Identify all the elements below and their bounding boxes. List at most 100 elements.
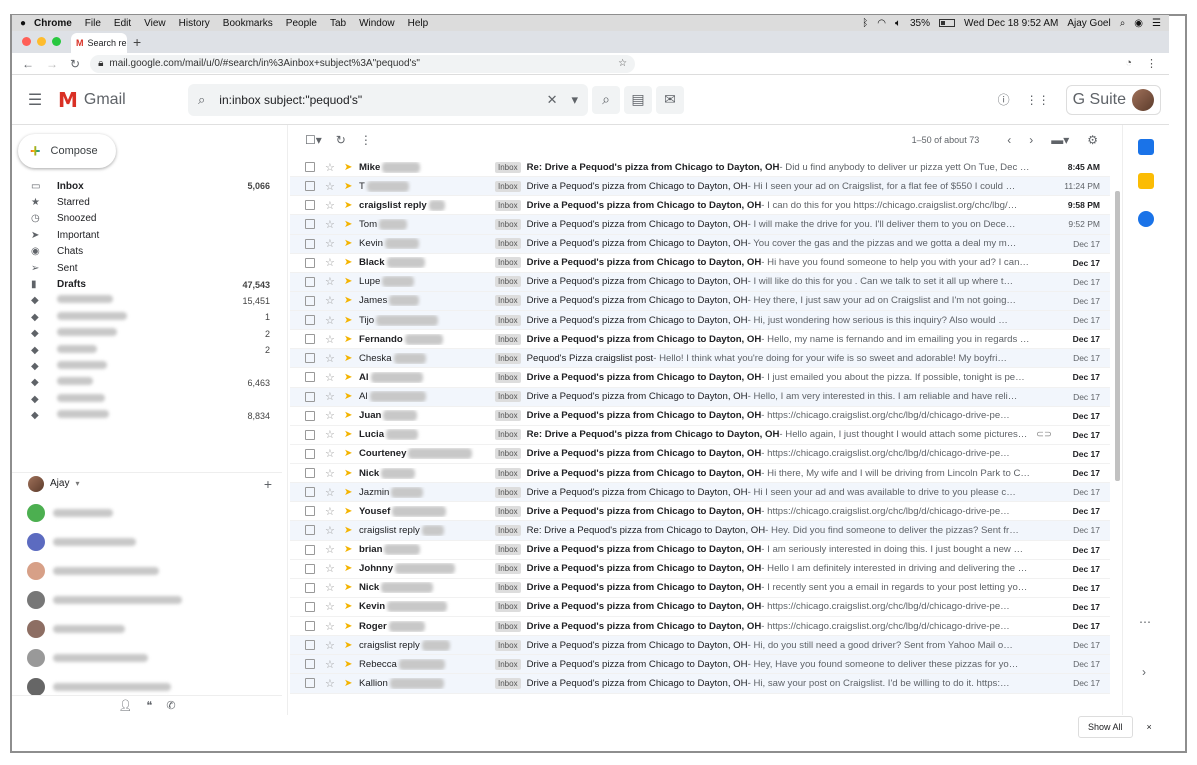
star-icon[interactable]: ☆ bbox=[325, 505, 341, 518]
menu-item-chrome[interactable]: Chrome bbox=[34, 18, 72, 29]
row-checkbox[interactable] bbox=[305, 257, 315, 268]
email-row[interactable]: ☆ ➤ Roger Inbox Drive a Pequod's pizza from … bbox=[290, 617, 1110, 637]
nav-item[interactable]: ◆ 1 bbox=[12, 309, 282, 325]
menu-item-history[interactable]: History bbox=[179, 18, 210, 29]
volume-icon[interactable]: 🔈︎ bbox=[895, 18, 901, 29]
select-all-checkbox[interactable]: ☐▾ bbox=[305, 133, 322, 147]
row-checkbox[interactable] bbox=[305, 544, 315, 555]
input-tools-icon[interactable]: ▬▾ bbox=[1051, 133, 1069, 147]
nav-item[interactable]: ▭ Inbox 5,066 bbox=[12, 178, 282, 194]
email-row[interactable]: ☆ ➤ Juan Inbox Drive a Pequod's pizza from C… bbox=[290, 406, 1110, 426]
contact-item[interactable] bbox=[12, 527, 274, 556]
important-marker-icon[interactable]: ➤ bbox=[341, 219, 359, 230]
important-marker-icon[interactable]: ➤ bbox=[341, 391, 359, 402]
tasks-icon[interactable] bbox=[1138, 211, 1154, 227]
row-checkbox[interactable] bbox=[305, 353, 315, 364]
bookmark-star-icon[interactable]: ☆ bbox=[618, 58, 627, 69]
close-window-button[interactable] bbox=[22, 37, 31, 46]
star-icon[interactable]: ☆ bbox=[325, 161, 341, 174]
important-marker-icon[interactable]: ➤ bbox=[341, 295, 359, 306]
menu-item-bookmarks[interactable]: Bookmarks bbox=[223, 18, 273, 29]
nav-item[interactable]: ◆ 2 bbox=[12, 326, 282, 342]
email-row[interactable]: ☆ ➤ Courteney Inbox Drive a Pequod's pizza f… bbox=[290, 444, 1110, 464]
search-input[interactable]: in:inbox subject:"pequod's" bbox=[219, 93, 532, 107]
menu-item-edit[interactable]: Edit bbox=[114, 18, 131, 29]
star-icon[interactable]: ☆ bbox=[325, 180, 341, 193]
apps-grid-icon[interactable]: ⋮⋮ bbox=[1026, 93, 1050, 107]
keep-icon[interactable] bbox=[1138, 173, 1154, 189]
star-icon[interactable]: ☆ bbox=[325, 620, 341, 633]
battery-percent[interactable]: 35% bbox=[910, 18, 930, 29]
email-row[interactable]: ☆ ➤ Tijo Inbox Drive a Pequod's pizza from C… bbox=[290, 311, 1110, 331]
menu-item-help[interactable]: Help bbox=[408, 18, 429, 29]
important-marker-icon[interactable]: ➤ bbox=[341, 448, 359, 459]
more-icon[interactable]: ⋮ bbox=[360, 133, 372, 147]
email-row[interactable]: ☆ ➤ Nick Inbox Drive a Pequod's pizza from C… bbox=[290, 578, 1110, 598]
contact-item[interactable] bbox=[12, 556, 274, 585]
forward-icon[interactable]: → bbox=[46, 57, 58, 71]
email-row[interactable]: ☆ ➤ Kevin Inbox Drive a Pequod's pizza from … bbox=[290, 597, 1110, 617]
newer-icon[interactable]: ‹ bbox=[1007, 133, 1011, 147]
menu-item-tab[interactable]: Tab bbox=[330, 18, 346, 29]
important-marker-icon[interactable]: ➤ bbox=[341, 315, 359, 326]
email-row[interactable]: ☆ ➤ Nick Inbox Drive a Pequod's pizza from C… bbox=[290, 464, 1110, 484]
search-button-icon[interactable]: ⌕ bbox=[592, 85, 620, 114]
star-icon[interactable]: ☆ bbox=[325, 256, 341, 269]
email-row[interactable]: ☆ ➤ T Inbox Drive a Pequod's pizza from Chic… bbox=[290, 177, 1110, 197]
nav-item[interactable]: ★ Starred bbox=[12, 194, 282, 210]
email-row[interactable]: ☆ ➤ Kallion Inbox Drive a Pequod's pizza fro… bbox=[290, 674, 1110, 694]
row-checkbox[interactable] bbox=[305, 200, 315, 211]
email-row[interactable]: ☆ ➤ Cheska Inbox Pequod's Pizza craigslist p… bbox=[290, 349, 1110, 369]
row-checkbox[interactable] bbox=[305, 372, 315, 383]
row-checkbox[interactable] bbox=[305, 276, 315, 287]
row-checkbox[interactable] bbox=[305, 525, 315, 536]
important-marker-icon[interactable]: ➤ bbox=[341, 544, 359, 555]
row-checkbox[interactable] bbox=[305, 315, 315, 326]
new-chat-icon[interactable]: + bbox=[264, 476, 272, 492]
row-checkbox[interactable] bbox=[305, 601, 315, 612]
clock[interactable]: Wed Dec 18 9:52 AM bbox=[964, 18, 1058, 29]
important-marker-icon[interactable]: ➤ bbox=[341, 582, 359, 593]
email-row[interactable]: ☆ ➤ Lupe Inbox Drive a Pequod's pizza from C… bbox=[290, 272, 1110, 292]
search-icon[interactable]: ⌕ bbox=[198, 92, 205, 108]
contact-item[interactable] bbox=[12, 498, 274, 527]
important-marker-icon[interactable]: ➤ bbox=[341, 334, 359, 345]
email-row[interactable]: ☆ ➤ Lucia Inbox Re: Drive a Pequod's pizza f… bbox=[290, 425, 1110, 445]
important-marker-icon[interactable]: ➤ bbox=[341, 276, 359, 287]
email-row[interactable]: ☆ ➤ Mike Inbox Re: Drive a Pequod's pizza fr… bbox=[290, 158, 1110, 178]
star-icon[interactable]: ☆ bbox=[325, 677, 341, 690]
email-row[interactable]: ☆ ➤ Al Inbox Drive a Pequod's pizza from Chi… bbox=[290, 387, 1110, 407]
important-marker-icon[interactable]: ➤ bbox=[341, 468, 359, 479]
compose-button[interactable]: + Compose bbox=[18, 134, 116, 168]
star-icon[interactable]: ☆ bbox=[325, 218, 341, 231]
hangouts-user[interactable]: Ajay bbox=[50, 478, 69, 489]
expand-panel-icon[interactable]: › bbox=[1142, 665, 1146, 679]
add-on-mail-icon[interactable]: ✉ bbox=[656, 85, 684, 114]
row-checkbox[interactable] bbox=[305, 506, 315, 517]
star-icon[interactable]: ☆ bbox=[325, 237, 341, 250]
user-name[interactable]: Ajay Goel bbox=[1067, 18, 1110, 29]
star-icon[interactable]: ☆ bbox=[325, 390, 341, 403]
nav-item[interactable]: ◷ Snoozed bbox=[12, 211, 282, 227]
row-checkbox[interactable] bbox=[305, 487, 315, 498]
email-row[interactable]: ☆ ➤ craigslist reply Inbox Drive a Pequod's … bbox=[290, 636, 1110, 656]
row-checkbox[interactable] bbox=[305, 678, 315, 689]
star-icon[interactable]: ☆ bbox=[325, 275, 341, 288]
email-row[interactable]: ☆ ➤ Tom Inbox Drive a Pequod's pizza from Ch… bbox=[290, 215, 1110, 235]
row-checkbox[interactable] bbox=[305, 640, 315, 651]
nav-item[interactable]: ◆ bbox=[12, 358, 282, 374]
show-all-button[interactable]: Show All bbox=[1078, 716, 1133, 738]
spotlight-icon[interactable]: ⌕ bbox=[1120, 18, 1126, 29]
row-checkbox[interactable] bbox=[305, 162, 315, 173]
row-checkbox[interactable] bbox=[305, 621, 315, 632]
browser-tab[interactable]: M Search re × bbox=[71, 33, 127, 53]
row-checkbox[interactable] bbox=[305, 295, 315, 306]
star-icon[interactable]: ☆ bbox=[325, 639, 341, 652]
star-icon[interactable]: ☆ bbox=[325, 371, 341, 384]
menu-item-view[interactable]: View bbox=[144, 18, 166, 29]
older-icon[interactable]: › bbox=[1029, 133, 1033, 147]
email-row[interactable]: ☆ ➤ James Inbox Drive a Pequod's pizza from … bbox=[290, 291, 1110, 311]
contact-item[interactable] bbox=[12, 643, 274, 672]
important-marker-icon[interactable]: ➤ bbox=[341, 181, 359, 192]
gmail-logo[interactable]: M Gmail bbox=[58, 88, 188, 112]
